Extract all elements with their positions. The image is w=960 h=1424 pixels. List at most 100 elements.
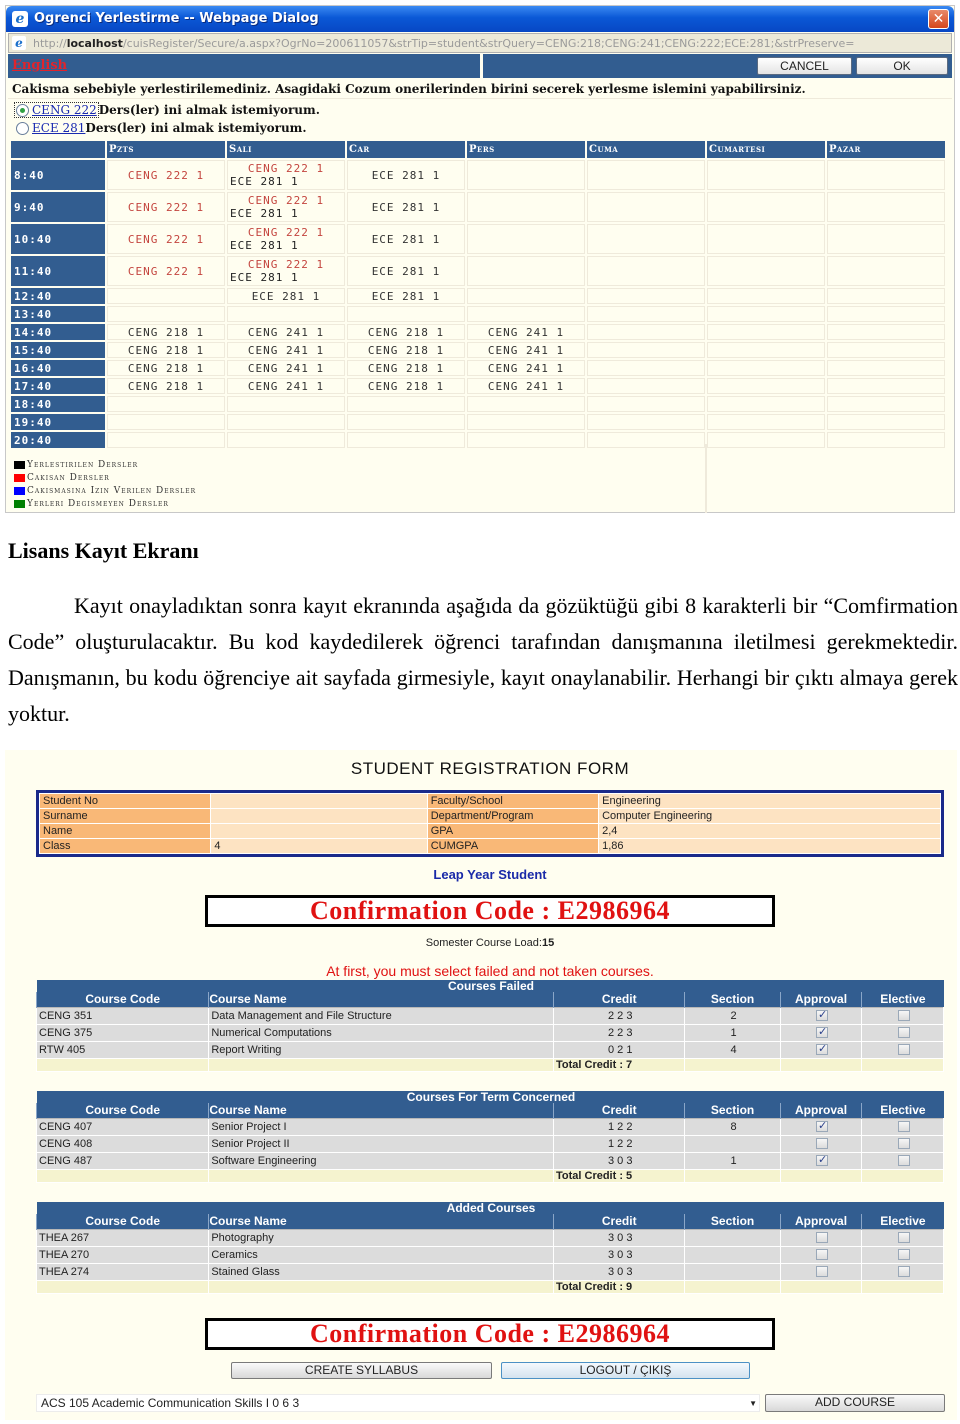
- schedule-cell: [587, 288, 705, 304]
- table-caption: Courses For Term Concerned: [36, 1091, 944, 1103]
- schedule-cell: [827, 324, 945, 340]
- schedule-cell: [707, 324, 825, 340]
- elective-checkbox[interactable]: [897, 1249, 910, 1261]
- approval-checkbox[interactable]: [816, 1232, 829, 1244]
- registration-form: STUDENT REGISTRATION FORM Student No Facu…: [5, 750, 957, 1420]
- schedule-cell: CENG 218 1: [347, 378, 465, 394]
- schedule-cell: ECE 281 1: [347, 192, 465, 222]
- schedule-cell: CENG 222 1: [107, 224, 225, 254]
- schedule-row: 17:40 CENG 218 1 CENG 241 1 CENG 218 1 CENG …: [11, 378, 945, 394]
- time-slot: 15:40: [11, 342, 105, 358]
- table-caption-row: Added Courses: [36, 1202, 944, 1214]
- total-empty-cell: [684, 1279, 781, 1294]
- column-header: Credit: [552, 1103, 685, 1118]
- confirmation-code: Confirmation Code : E2986964: [205, 895, 775, 927]
- corner-cell: [11, 141, 105, 158]
- color-legend: Yerlestirilen Dersler Cakisan Dersler Caki…: [14, 458, 196, 510]
- day-header: Cuma: [587, 141, 705, 158]
- english-link[interactable]: English: [12, 58, 67, 73]
- column-header: Approval: [779, 1214, 862, 1229]
- schedule-row: 16:40 CENG 218 1 CENG 241 1 CENG 218 1 CENG …: [11, 360, 945, 376]
- confirmation-code-bottom: Confirmation Code : E2986964: [205, 1318, 775, 1350]
- approval-checkbox[interactable]: [816, 1008, 829, 1022]
- time-slot: 10:40: [11, 224, 105, 254]
- course-entry: ECE 281 1: [371, 289, 441, 303]
- schedule-cell: [587, 306, 705, 322]
- course-section: 8: [684, 1117, 781, 1136]
- approval-checkbox[interactable]: [816, 1249, 829, 1261]
- course-select[interactable]: ACS 105 Academic Communication Skills I …: [36, 1394, 760, 1412]
- column-header: Section: [684, 1103, 781, 1118]
- course-entry: ECE 281 1: [230, 207, 299, 220]
- info-label: Department/Program: [427, 809, 599, 823]
- course-section: [684, 1228, 781, 1247]
- schedule-cell: CENG 241 1: [467, 342, 585, 358]
- conflict-message: Cakisma sebebiyle yerlestirilemediniz. A…: [12, 82, 806, 96]
- schedule-cell: [587, 360, 705, 376]
- schedule-cell: [827, 256, 945, 286]
- approval-cell: [779, 1245, 863, 1264]
- schedule-cell: CENG 222 1: [107, 160, 225, 190]
- legend-item: Cakismasina Izin Verilen Dersler: [14, 484, 196, 497]
- elective-checkbox[interactable]: [897, 1027, 910, 1039]
- course-name: Stained Glass: [208, 1262, 554, 1281]
- time-slot: 12:40: [11, 288, 105, 304]
- course-entry: CENG 218 1: [127, 379, 205, 393]
- course-code: THEA 270: [35, 1245, 210, 1264]
- elective-checkbox[interactable]: [897, 1232, 910, 1244]
- table-caption: Added Courses: [36, 1202, 944, 1214]
- option-radio[interactable]: [16, 121, 29, 135]
- legend-swatch: [14, 460, 25, 469]
- approval-checkbox[interactable]: [816, 1266, 829, 1278]
- elective-checkbox[interactable]: [897, 1010, 910, 1022]
- schedule-row: 13:40: [11, 306, 945, 322]
- course-code: CENG 487: [35, 1151, 210, 1170]
- elective-cell: [861, 1245, 944, 1264]
- schedule-row: 12:40 ECE 281 1 ECE 281 1: [11, 288, 945, 304]
- elective-checkbox[interactable]: [897, 1121, 910, 1133]
- course-name: Photography: [208, 1228, 554, 1247]
- close-button[interactable]: ✕: [928, 9, 949, 29]
- info-value: 2,4: [599, 824, 940, 838]
- schedule-cell: [587, 414, 705, 430]
- approval-checkbox[interactable]: [816, 1138, 829, 1150]
- course-row: CENG 351 Data Management and File Structu…: [35, 1006, 944, 1025]
- approval-checkbox[interactable]: [816, 1119, 829, 1133]
- logout-button[interactable]: LOGOUT / ÇIKIŞ: [501, 1362, 750, 1379]
- add-course-button[interactable]: ADD COURSE: [765, 1394, 945, 1412]
- course-link[interactable]: ECE 281: [32, 121, 85, 135]
- schedule-cell: CENG 241 1: [467, 360, 585, 376]
- elective-checkbox[interactable]: [897, 1138, 910, 1150]
- create-syllabus-button[interactable]: CREATE SYLLABUS: [231, 1362, 492, 1379]
- approval-checkbox[interactable]: [816, 1025, 829, 1039]
- option-radio[interactable]: [16, 103, 29, 117]
- schedule-cell: [707, 256, 825, 286]
- elective-checkbox[interactable]: [897, 1044, 910, 1056]
- schedule-cell: [827, 288, 945, 304]
- schedule-cell: [707, 224, 825, 254]
- url-text: http://localhost/cuisRegister/Secure/a.a…: [33, 37, 855, 50]
- course-entry: CENG 241 1: [487, 343, 565, 357]
- course-entry: ECE 281 1: [371, 168, 441, 182]
- cancel-button[interactable]: CANCEL: [757, 57, 852, 75]
- info-row: Class 4 CUMGPA 1,86: [40, 839, 940, 853]
- elective-checkbox[interactable]: [897, 1155, 910, 1167]
- schedule-row: 18:40: [11, 396, 945, 412]
- dialog-toolbar: English CANCEL OK: [8, 54, 952, 78]
- course-name: Senior Project I: [208, 1117, 554, 1136]
- course-link[interactable]: CENG 222: [32, 103, 97, 117]
- dropdown-arrow-icon[interactable]: ▼: [749, 1395, 757, 1412]
- approval-checkbox[interactable]: [816, 1042, 829, 1056]
- added-courses-table: Added Courses Course Code Course Name Credi…: [35, 1202, 944, 1294]
- info-label: Class: [40, 839, 211, 853]
- course-entry: CENG 222 1: [247, 226, 325, 239]
- course-entry: CENG 241 1: [247, 379, 325, 393]
- schedule-cell: [467, 396, 585, 412]
- column-header: Course Code: [35, 1214, 209, 1229]
- schedule-cell: [587, 160, 705, 190]
- schedule-row: 8:40 CENG 222 1 CENG 222 1 ECE 281 1 ECE 281…: [11, 160, 945, 190]
- approval-checkbox[interactable]: [816, 1153, 829, 1167]
- elective-checkbox[interactable]: [897, 1266, 910, 1278]
- ok-button[interactable]: OK: [856, 57, 948, 75]
- student-info-table: Student No Faculty/School Engineering Surna…: [39, 793, 941, 854]
